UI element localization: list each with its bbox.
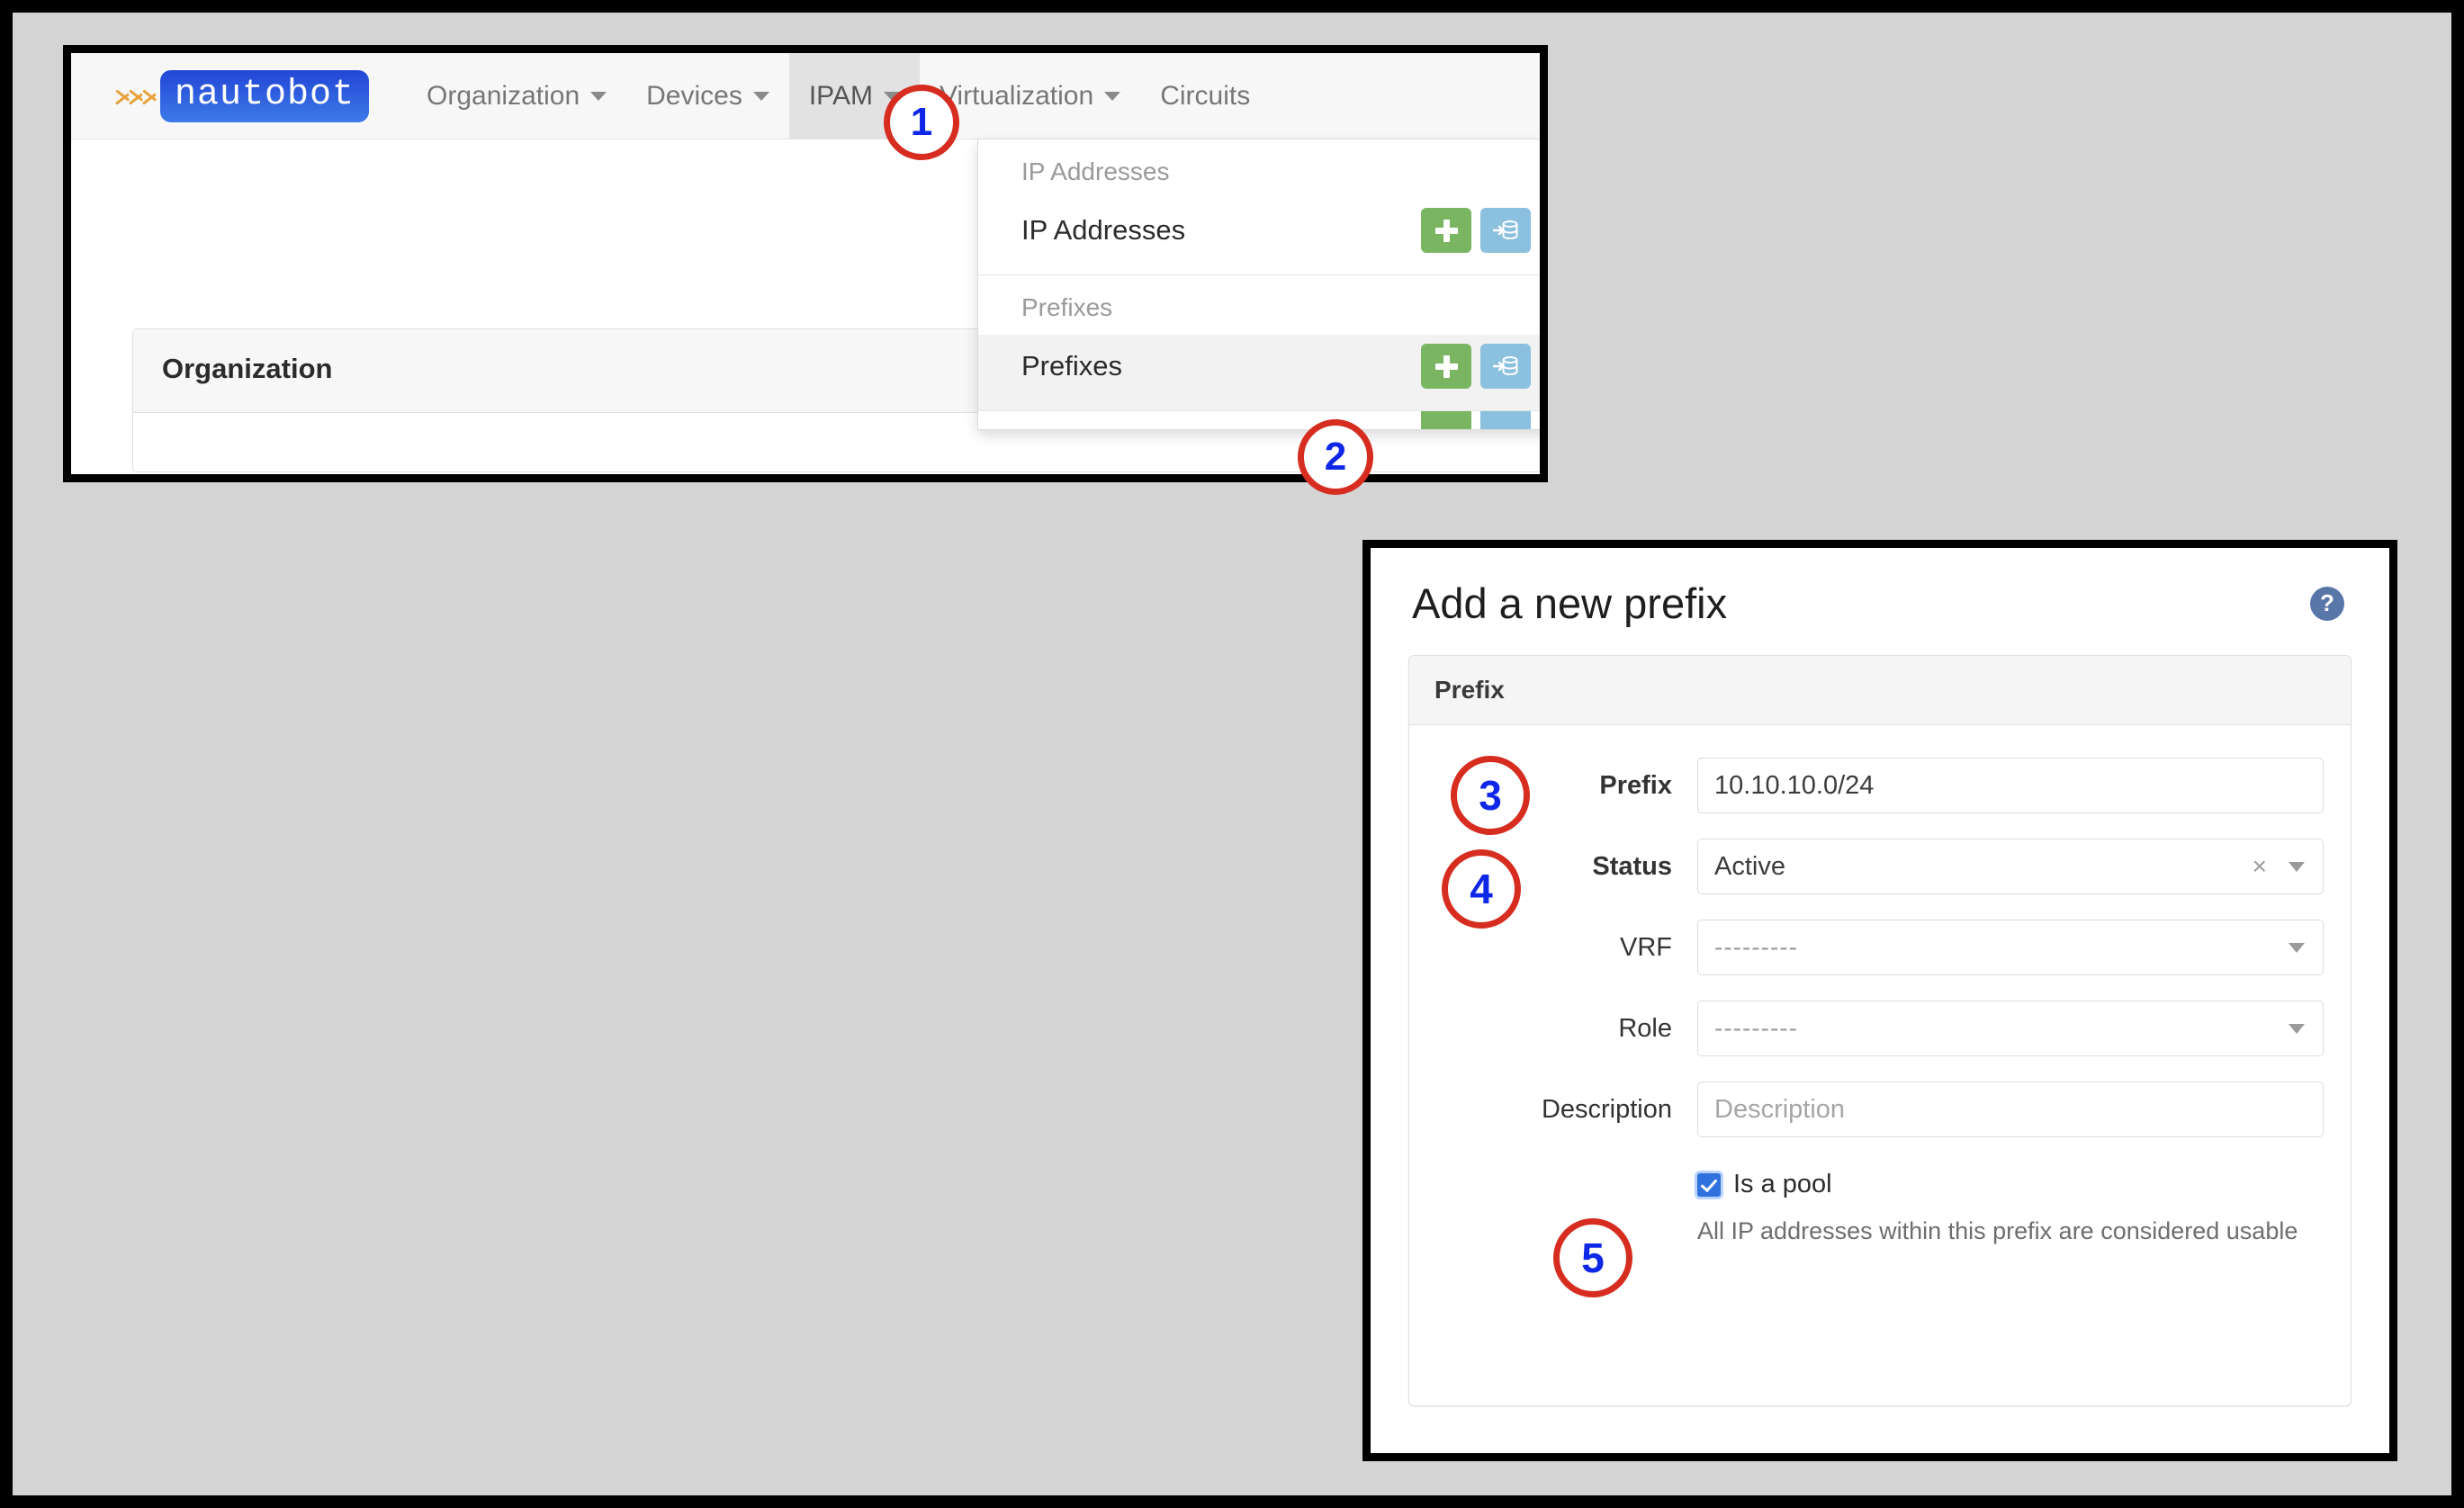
field-row-vrf: VRF --------- [1436, 920, 2324, 975]
dropdown-group-ip-addresses: IP Addresses IP Addresses [978, 139, 1548, 275]
nav-item-label: Organization [427, 81, 580, 112]
import-button-partial[interactable] [1480, 411, 1531, 429]
dropdown-group-header: IP Addresses [978, 139, 1548, 199]
dropdown-item-partial[interactable] [978, 411, 1548, 429]
is-a-pool-label: Is a pool [1733, 1170, 1832, 1199]
vrf-select[interactable]: --------- [1697, 920, 2324, 975]
form-card-header: Prefix [1409, 656, 2351, 725]
ipam-dropdown-menu: IP Addresses IP Addresses [977, 139, 1548, 430]
chevron-down-icon [2289, 862, 2305, 872]
status-selected-value: Active [1714, 852, 1785, 882]
dropdown-item-actions-partial [1421, 411, 1531, 429]
chevron-down-icon [1104, 92, 1120, 101]
dropdown-group-header: Prefixes [978, 275, 1548, 335]
add-prefix-form-screenshot: Add a new prefix ? Prefix Prefix 10.10.1… [1362, 540, 2397, 1461]
nav-item-devices[interactable]: Devices [626, 53, 789, 139]
nav-item-label: Virtualization [940, 81, 1093, 112]
chevron-down-icon [2289, 1024, 2305, 1034]
help-circle-icon[interactable]: ? [2310, 587, 2344, 621]
brand-name: nautobot [175, 75, 355, 115]
description-input[interactable]: Description [1697, 1082, 2324, 1137]
prefix-form-card: Prefix Prefix 10.10.10.0/24 Status Activ… [1408, 655, 2352, 1406]
chevrons-right-icon [114, 81, 155, 112]
role-select[interactable]: --------- [1697, 1001, 2324, 1056]
clear-selection-icon[interactable]: × [2253, 852, 2267, 881]
form-header: Add a new prefix ? [1408, 579, 2352, 628]
chevron-down-icon [590, 92, 607, 101]
nav-item-label: IPAM [809, 81, 873, 112]
status-select[interactable]: Active × [1697, 839, 2324, 894]
database-import-icon [1492, 353, 1519, 380]
dropdown-item-label: Prefixes [1021, 350, 1122, 382]
field-label-role: Role [1436, 1001, 1697, 1044]
is-a-pool-checkbox[interactable] [1697, 1173, 1721, 1197]
nav-item-circuits[interactable]: Circuits [1140, 53, 1270, 139]
is-a-pool-row[interactable]: Is a pool [1697, 1170, 2324, 1199]
navigation-screenshot: nautobot Organization Devices IPAM Virtu… [63, 45, 1548, 482]
is-a-pool-help-text: All IP addresses within this prefix are … [1697, 1214, 2324, 1249]
role-selected-value: --------- [1714, 1014, 1798, 1043]
top-navbar: nautobot Organization Devices IPAM Virtu… [71, 53, 1540, 139]
nav-item-organization[interactable]: Organization [407, 53, 626, 139]
brand-logo-box: nautobot [160, 70, 369, 122]
dropdown-item-actions [1421, 344, 1531, 389]
field-label-description: Description [1436, 1082, 1697, 1125]
step-badge-4: 4 [1442, 849, 1521, 929]
nautobot-brand-logo[interactable]: nautobot [114, 70, 369, 122]
navbar-items: Organization Devices IPAM Virtualization… [407, 53, 1270, 139]
step-badge-5: 5 [1553, 1218, 1632, 1297]
step-badge-1: 1 [884, 85, 959, 160]
add-button-partial[interactable] [1421, 411, 1471, 429]
dropdown-group-prefixes: Prefixes Prefixes [978, 275, 1548, 411]
vrf-selected-value: --------- [1714, 933, 1798, 962]
field-row-description: Description Description [1436, 1082, 2324, 1137]
chevron-down-icon [753, 92, 769, 101]
step-badge-2: 2 [1298, 419, 1373, 495]
field-row-prefix: Prefix 10.10.10.0/24 [1436, 758, 2324, 813]
import-ip-addresses-button[interactable] [1480, 208, 1531, 253]
chevron-down-icon [2289, 943, 2305, 953]
dropdown-item-ip-addresses[interactable]: IP Addresses [978, 199, 1548, 274]
dropdown-item-actions [1421, 208, 1531, 253]
dropdown-item-prefixes[interactable]: Prefixes [978, 335, 1548, 410]
plus-icon [1434, 218, 1459, 243]
database-import-icon [1492, 217, 1519, 244]
add-prefix-button[interactable] [1421, 344, 1471, 389]
nav-item-label: Devices [646, 81, 742, 112]
add-ip-address-button[interactable] [1421, 208, 1471, 253]
nav-item-label: Circuits [1160, 81, 1250, 112]
step-badge-3: 3 [1451, 756, 1530, 835]
plus-icon [1434, 354, 1459, 379]
dropdown-item-label: IP Addresses [1021, 214, 1185, 247]
page-title: Add a new prefix [1412, 579, 1727, 628]
import-prefixes-button[interactable] [1480, 344, 1531, 389]
field-row-role: Role --------- [1436, 1001, 2324, 1056]
prefix-input[interactable]: 10.10.10.0/24 [1697, 758, 2324, 813]
form-card-body: Prefix 10.10.10.0/24 Status Active × VRF… [1409, 725, 2351, 1249]
field-row-status: Status Active × [1436, 839, 2324, 894]
